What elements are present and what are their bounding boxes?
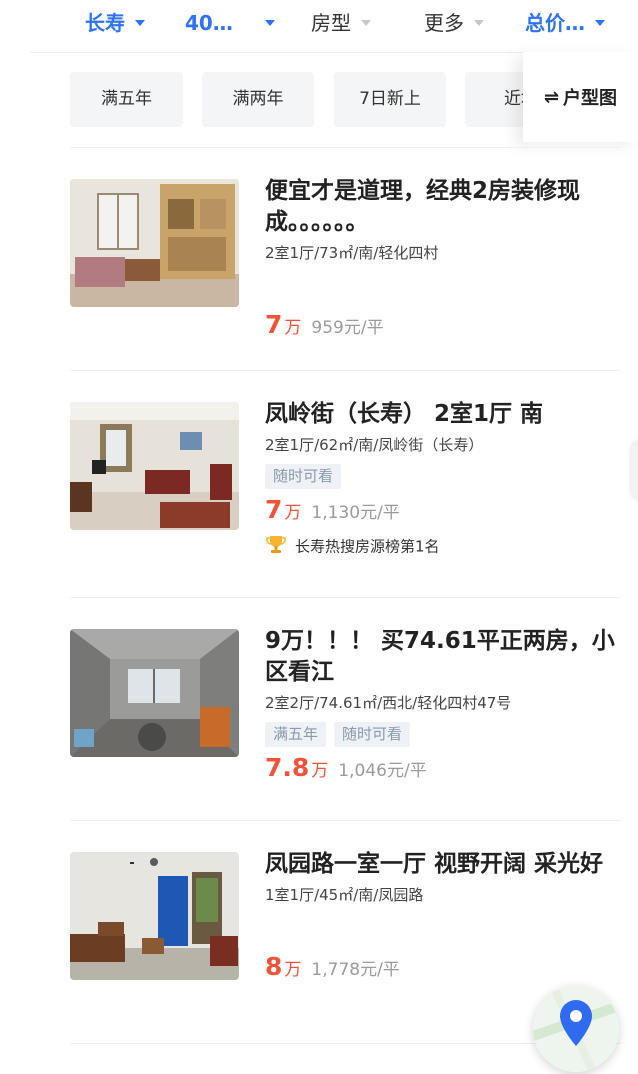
listing-card[interactable]: 凤岭街（长寿） 2室1厅 南 2室1厅/62㎡/南/凤岭街（长寿） 随时可看 7… xyxy=(70,399,620,577)
chip-two-years[interactable]: 满两年 xyxy=(202,72,314,127)
chevron-down-icon xyxy=(595,19,605,26)
listing-meta: 1室1厅/45㎡/南/凤园路 xyxy=(265,886,424,904)
divider xyxy=(70,370,620,371)
listing-photo xyxy=(70,629,239,757)
listing-card[interactable]: 便宜才是道理，经典2房装修现成。。。。。。 2室1厅/73㎡/南/轻化四村 7万… xyxy=(70,176,620,349)
listing-tag: 满五年 xyxy=(265,722,327,747)
listing-title: 9万！！！ 买74.61平正两房，小区看江 xyxy=(265,628,615,685)
swap-arrows-icon: ⇌ xyxy=(543,86,560,108)
chevron-down-icon xyxy=(264,19,275,26)
listing-meta: 2室1厅/73㎡/南/轻化四村 xyxy=(265,244,439,262)
filter-district[interactable]: 长寿 xyxy=(85,8,145,38)
price-unit: 万 xyxy=(311,761,329,781)
filter-bar: 长寿 40… 房型 更多 总价… xyxy=(30,0,638,53)
filter-room-type-label: 房型 xyxy=(311,11,351,35)
filter-area-label: 40… xyxy=(185,11,233,35)
listing-photo xyxy=(70,402,239,530)
filter-total-price[interactable]: 总价… xyxy=(525,8,605,38)
listing-info: 凤园路一室一厅 视野开阔 采光好 1室1厅/45㎡/南/凤园路 8 万 1,778元… xyxy=(265,849,615,981)
listing-title: 凤岭街（长寿） 2室1厅 南 xyxy=(265,401,544,427)
price-unit: 万 xyxy=(284,318,302,338)
unit-price: 1,130元/平 xyxy=(311,503,400,523)
listing-price: 7 万 1,130元/平 xyxy=(265,495,615,524)
listing-tags: 满五年 随时可看 xyxy=(265,722,615,747)
divider xyxy=(70,820,620,821)
price-unit: 万 xyxy=(284,960,302,980)
price-value: 7 xyxy=(265,310,283,339)
listing-price: 7.8 万 1,046元/平 xyxy=(265,753,615,782)
listing-meta: 2室1厅/62㎡/南/凤岭街（长寿） xyxy=(265,436,484,454)
listing-tags: 随时可看 xyxy=(265,464,615,489)
chevron-down-icon xyxy=(361,19,371,26)
price-unit: 万 xyxy=(284,503,302,523)
map-button[interactable] xyxy=(533,986,619,1072)
listing-price: 8 万 1,778元/平 xyxy=(265,952,615,981)
filter-area[interactable]: 40… xyxy=(185,8,275,38)
listing-meta: 2室2厅/74.61㎡/西北/轻化四村47号 xyxy=(265,694,512,712)
divider xyxy=(70,147,620,148)
trophy-icon xyxy=(265,534,287,560)
filter-total-price-label: 总价… xyxy=(525,11,585,35)
price-value: 7.8 xyxy=(265,753,310,782)
listing-tag: 随时可看 xyxy=(265,464,342,489)
listing-photo xyxy=(70,852,239,980)
unit-price: 1,046元/平 xyxy=(338,761,427,781)
listing-card[interactable]: 9万！！！ 买74.61平正两房，小区看江 2室2厅/74.61㎡/西北/轻化四… xyxy=(70,626,620,799)
listing-price: 7 万 959元/平 xyxy=(265,310,615,339)
unit-price: 1,778元/平 xyxy=(311,960,400,980)
location-pin-icon xyxy=(533,986,619,1072)
listing-photo xyxy=(70,179,239,307)
chevron-down-icon xyxy=(135,19,145,26)
layout-toggle-button[interactable]: ⇌ 户型图 xyxy=(523,52,638,142)
hot-search-rank: 长寿热搜房源榜第1名 xyxy=(265,534,615,560)
rank-text: 长寿热搜房源榜第1名 xyxy=(295,537,440,556)
chevron-down-icon xyxy=(474,19,484,26)
side-drawer-handle[interactable] xyxy=(631,440,638,500)
listing-card[interactable]: 凤园路一室一厅 视野开阔 采光好 1室1厅/45㎡/南/凤园路 8 万 1,778元… xyxy=(70,849,620,1022)
price-value: 8 xyxy=(265,952,283,981)
divider xyxy=(70,597,620,598)
filter-more-label: 更多 xyxy=(424,11,464,35)
listing-info: 9万！！！ 买74.61平正两房，小区看江 2室2厅/74.61㎡/西北/轻化四… xyxy=(265,626,615,782)
listing-info: 便宜才是道理，经典2房装修现成。。。。。。 2室1厅/73㎡/南/轻化四村 7万… xyxy=(265,176,615,339)
filter-district-label: 长寿 xyxy=(85,11,125,35)
layout-toggle-label: 户型图 xyxy=(563,88,618,109)
chip-new-7days[interactable]: 7日新上 xyxy=(334,72,446,127)
listing-info: 凤岭街（长寿） 2室1厅 南 2室1厅/62㎡/南/凤岭街（长寿） 随时可看 7… xyxy=(265,399,615,560)
unit-price: 959元/平 xyxy=(311,318,384,338)
filter-more[interactable]: 更多 xyxy=(424,8,484,38)
price-value: 7 xyxy=(265,495,283,524)
listing-tag: 随时可看 xyxy=(334,722,411,747)
chip-five-years[interactable]: 满五年 xyxy=(70,72,183,127)
listing-title: 凤园路一室一厅 视野开阔 采光好 xyxy=(265,851,604,877)
filter-room-type[interactable]: 房型 xyxy=(311,8,371,38)
listing-title: 便宜才是道理，经典2房装修现成。。。。。。 xyxy=(265,178,581,235)
